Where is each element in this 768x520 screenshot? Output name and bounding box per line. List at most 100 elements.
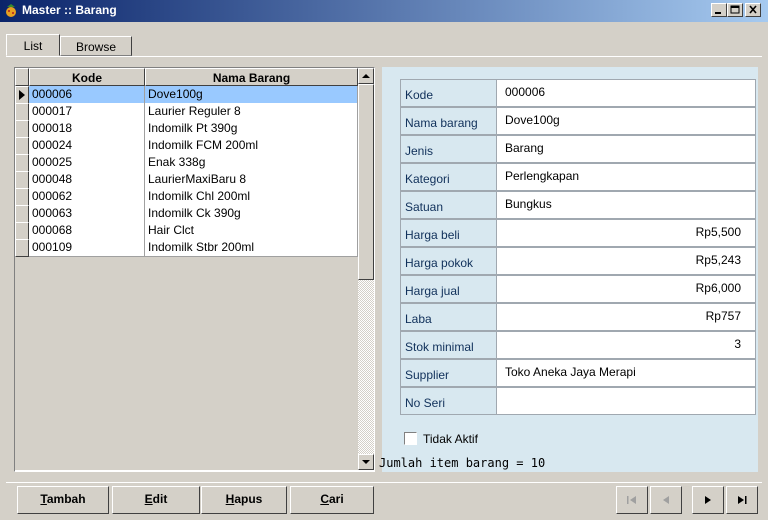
detail-value: Rp6,000 xyxy=(497,275,756,303)
detail-label: Satuan xyxy=(400,191,497,219)
detail-row: Nama barang Dove100g xyxy=(400,107,756,135)
detail-value xyxy=(497,387,756,415)
table-row[interactable]: 000068 Hair Clct xyxy=(15,222,358,240)
row-indicator[interactable] xyxy=(15,86,29,104)
scroll-up-button[interactable] xyxy=(358,68,374,84)
tidak-aktif-checkbox[interactable] xyxy=(404,432,417,445)
last-record-button[interactable] xyxy=(726,486,758,514)
items-grid[interactable]: Kode Nama Barang 000006 Dove100g 000017 Lau… xyxy=(15,68,358,470)
detail-row: Jenis Barang xyxy=(400,135,756,163)
grid-header: Kode Nama Barang xyxy=(15,68,358,86)
cell-kode[interactable]: 000063 xyxy=(29,205,145,223)
detail-row: Stok minimal 3 xyxy=(400,331,756,359)
row-indicator[interactable] xyxy=(15,120,29,138)
table-row[interactable]: 000062 Indomilk Chl 200ml xyxy=(15,188,358,206)
edit-label: dit xyxy=(152,492,168,506)
edit-button[interactable]: Edit xyxy=(112,486,200,514)
close-button[interactable] xyxy=(745,3,761,17)
arrow-down-icon xyxy=(362,460,370,464)
cell-kode[interactable]: 000048 xyxy=(29,171,145,189)
cell-kode[interactable]: 000068 xyxy=(29,222,145,240)
tambah-button[interactable]: Tambah xyxy=(17,486,109,514)
cell-nama-barang[interactable]: Dove100g xyxy=(145,86,358,104)
arrow-up-icon xyxy=(362,74,370,78)
table-row[interactable]: 000048 LaurierMaxiBaru 8 xyxy=(15,171,358,189)
cell-nama-barang[interactable]: Indomilk Chl 200ml xyxy=(145,188,358,206)
row-indicator[interactable] xyxy=(15,188,29,206)
row-indicator[interactable] xyxy=(15,222,29,240)
first-record-button[interactable] xyxy=(616,486,648,514)
table-row[interactable]: 000006 Dove100g xyxy=(15,86,358,104)
row-indicator[interactable] xyxy=(15,205,29,223)
row-indicator[interactable] xyxy=(15,137,29,155)
cari-hotkey: C xyxy=(320,492,329,506)
detail-row: Harga beli Rp5,500 xyxy=(400,219,756,247)
cell-kode[interactable]: 000018 xyxy=(29,120,145,138)
cell-nama-barang[interactable]: Laurier Reguler 8 xyxy=(145,103,358,121)
detail-label: No Seri xyxy=(400,387,497,415)
tab-browse-label: Browse xyxy=(75,40,116,54)
close-icon xyxy=(749,5,757,14)
detail-label: Nama barang xyxy=(400,107,497,135)
detail-value: Rp5,500 xyxy=(497,219,756,247)
edit-hotkey: E xyxy=(144,492,153,506)
detail-row: Harga pokok Rp5,243 xyxy=(400,247,756,275)
detail-label: Jenis xyxy=(400,135,497,163)
column-header-kode[interactable]: Kode xyxy=(29,68,145,86)
cell-kode[interactable]: 000017 xyxy=(29,103,145,121)
table-row[interactable]: 000025 Enak 338g xyxy=(15,154,358,172)
cell-kode[interactable]: 000025 xyxy=(29,154,145,172)
app-icon xyxy=(6,4,16,17)
cell-nama-barang[interactable]: Indomilk FCM 200ml xyxy=(145,137,358,155)
table-row[interactable]: 000018 Indomilk Pt 390g xyxy=(15,120,358,138)
tab-list-label: List xyxy=(23,39,43,53)
scroll-down-button[interactable] xyxy=(358,454,374,470)
detail-value: Toko Aneka Jaya Merapi xyxy=(497,359,756,387)
hapus-button[interactable]: Hapus xyxy=(201,486,287,514)
detail-row: Kategori Perlengkapan xyxy=(400,163,756,191)
cell-kode[interactable]: 000062 xyxy=(29,188,145,206)
column-header-nama-barang[interactable]: Nama Barang xyxy=(145,68,358,86)
last-record-icon xyxy=(738,496,747,504)
detail-value: Barang xyxy=(497,135,756,163)
title-bar: Master :: Barang xyxy=(0,0,768,22)
cell-kode[interactable]: 000006 xyxy=(29,86,145,104)
table-row[interactable]: 000109 Indomilk Stbr 200ml xyxy=(15,239,358,257)
cell-nama-barang[interactable]: Indomilk Stbr 200ml xyxy=(145,239,358,257)
cell-nama-barang[interactable]: Hair Clct xyxy=(145,222,358,240)
detail-panel: Kode 000006 Nama barang Dove100g Jenis Barang… xyxy=(382,67,758,472)
minimize-button[interactable] xyxy=(711,3,727,17)
cell-kode[interactable]: 000109 xyxy=(29,239,145,257)
table-row[interactable]: 000017 Laurier Reguler 8 xyxy=(15,103,358,121)
cari-button[interactable]: Cari xyxy=(290,486,374,514)
cell-nama-barang[interactable]: Enak 338g xyxy=(145,154,358,172)
detail-label: Harga jual xyxy=(400,275,497,303)
cell-nama-barang[interactable]: Indomilk Ck 390g xyxy=(145,205,358,223)
table-row[interactable]: 000024 Indomilk FCM 200ml xyxy=(15,137,358,155)
cell-nama-barang[interactable]: LaurierMaxiBaru 8 xyxy=(145,171,358,189)
cell-kode[interactable]: 000024 xyxy=(29,137,145,155)
detail-value: Rp5,243 xyxy=(497,247,756,275)
detail-value: Rp757 xyxy=(497,303,756,331)
window-title: Master :: Barang xyxy=(22,3,117,17)
maximize-icon xyxy=(730,5,740,14)
maximize-button[interactable] xyxy=(727,3,743,17)
detail-row: Harga jual Rp6,000 xyxy=(400,275,756,303)
next-record-button[interactable] xyxy=(692,486,724,514)
detail-row: Satuan Bungkus xyxy=(400,191,756,219)
prev-record-button[interactable] xyxy=(650,486,682,514)
cell-nama-barang[interactable]: Indomilk Pt 390g xyxy=(145,120,358,138)
detail-label: Laba xyxy=(400,303,497,331)
first-record-icon xyxy=(627,496,636,504)
item-count-text: Jumlah item barang = 10 xyxy=(379,456,546,470)
row-indicator[interactable] xyxy=(15,154,29,172)
row-indicator[interactable] xyxy=(15,239,29,257)
table-row[interactable]: 000063 Indomilk Ck 390g xyxy=(15,205,358,223)
row-indicator[interactable] xyxy=(15,103,29,121)
row-indicator[interactable] xyxy=(15,171,29,189)
scroll-thumb[interactable] xyxy=(358,84,374,280)
tab-list[interactable]: List xyxy=(6,34,60,56)
grid-header-indicator xyxy=(15,68,29,86)
tab-browse[interactable]: Browse xyxy=(60,36,132,56)
grid-vertical-scrollbar[interactable] xyxy=(358,68,374,470)
